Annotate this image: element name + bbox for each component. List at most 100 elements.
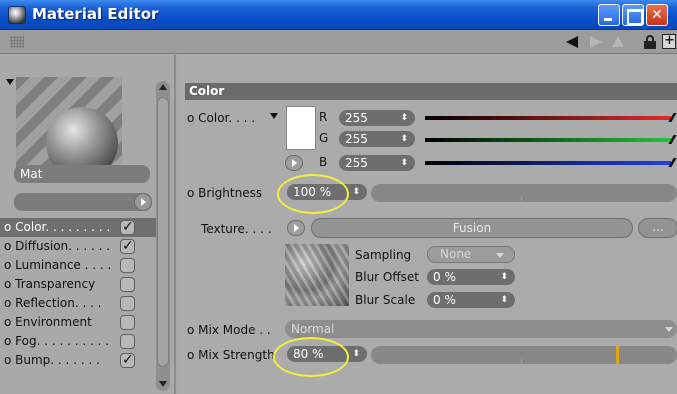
channel-checkbox[interactable] [120, 258, 135, 273]
channel-item[interactable]: o Transparency [0, 275, 156, 294]
r-value: 255 [345, 111, 368, 125]
mix-strength-knob[interactable] [616, 346, 619, 364]
channel-label: o Fog. . . . . . . . . . [4, 334, 110, 348]
close-button[interactable]: ✕ [646, 4, 668, 26]
blur-offset-value: 0 % [433, 270, 456, 284]
back-arrow-icon[interactable] [566, 36, 578, 48]
scroll-thumb[interactable] [157, 97, 169, 367]
b-field[interactable]: 255 ⬍ [339, 155, 415, 171]
minimize-button[interactable] [598, 4, 620, 26]
spinner-icon[interactable]: ⬍ [400, 110, 408, 126]
channel-checkbox[interactable] [120, 334, 135, 349]
channel-item[interactable]: o Luminance . . . . [0, 256, 156, 275]
color-picker-button[interactable] [285, 155, 303, 171]
channel-list: o Color. . . . . . . . . o Diffusion. . .… [0, 218, 156, 370]
color-menu-arrow-icon[interactable] [270, 113, 278, 119]
mix-mode-label: o Mix Mode . . [187, 323, 271, 337]
blue-gradient-bar[interactable] [425, 161, 671, 165]
b-label: B [319, 155, 328, 169]
forward-arrow-icon[interactable] [590, 36, 602, 48]
channel-item[interactable]: o Reflection. . . . [0, 294, 156, 313]
channel-item[interactable]: o Color. . . . . . . . . [0, 218, 156, 237]
red-bar-marker[interactable] [668, 113, 677, 122]
g-value: 255 [345, 132, 368, 146]
lock-icon[interactable] [644, 35, 656, 49]
channel-checkbox[interactable] [120, 218, 135, 237]
scroll-up-icon[interactable] [159, 84, 167, 90]
r-field[interactable]: 255 ⬍ [339, 110, 415, 126]
channel-settings: Color o Color. . . . R 255 ⬍ G 255 ⬍ B 255… [179, 55, 677, 394]
chevron-down-icon [496, 253, 504, 258]
new-window-icon[interactable] [662, 33, 676, 49]
sampling-label: Sampling [355, 248, 412, 262]
mix-strength-highlight [273, 337, 349, 377]
g-field[interactable]: 255 ⬍ [339, 131, 415, 147]
channel-item[interactable]: o Fog. . . . . . . . . . [0, 332, 156, 351]
red-gradient-bar[interactable] [425, 116, 671, 120]
channel-label: o Luminance . . . . [4, 258, 112, 272]
app-sphere-icon [8, 6, 26, 24]
blur-offset-label: Blur Offset [355, 270, 419, 284]
section-title: Color [185, 83, 677, 100]
channel-label: o Transparency [4, 277, 96, 291]
chevron-down-icon [665, 327, 673, 332]
material-sidebar: Mat o Color. . . . . . . . . o Diffusion.… [0, 55, 176, 394]
channel-label: o Color. . . . . . . . . [4, 220, 111, 234]
texture-more-button[interactable]: ... [638, 218, 677, 238]
blur-offset-field[interactable]: 0 % ⬍ [427, 269, 515, 285]
blur-scale-label: Blur Scale [355, 293, 416, 307]
texture-label: Texture. . . . [201, 222, 272, 236]
title-bar: Material Editor ✕ [0, 0, 677, 30]
r-label: R [319, 110, 328, 124]
green-bar-marker[interactable] [668, 135, 677, 144]
channel-item[interactable]: o Bump. . . . . . . [0, 351, 156, 370]
mix-mode-select[interactable]: Normal [285, 320, 677, 338]
material-name[interactable]: Mat [14, 165, 150, 183]
scroll-down-icon[interactable] [159, 381, 167, 387]
toolbar [0, 30, 677, 54]
minimize-icon [599, 5, 619, 25]
brightness-highlight [277, 174, 349, 214]
spinner-icon[interactable]: ⬍ [400, 155, 408, 171]
blue-bar-marker[interactable] [668, 158, 677, 167]
window-title: Material Editor [32, 5, 159, 23]
dropdown-arrow-icon[interactable] [134, 193, 152, 211]
mix-strength-label: o Mix Strength [187, 348, 275, 362]
channel-label: o Reflection. . . . [4, 296, 102, 310]
color-label: o Color. . . . [187, 111, 256, 125]
color-swatch[interactable] [286, 106, 316, 150]
spinner-icon[interactable]: ⬍ [500, 292, 508, 308]
sampling-select[interactable]: None [427, 246, 515, 263]
spinner-icon[interactable]: ⬍ [352, 184, 360, 200]
up-arrow-icon[interactable] [612, 36, 624, 47]
channel-scrollbar[interactable] [156, 81, 170, 391]
blur-scale-field[interactable]: 0 % ⬍ [427, 292, 515, 308]
channel-checkbox[interactable] [120, 315, 135, 330]
channel-item[interactable]: o Diffusion. . . . . . [0, 237, 156, 256]
mix-strength-slider[interactable] [371, 346, 677, 364]
material-dropdown[interactable] [14, 193, 152, 211]
green-gradient-bar[interactable] [425, 138, 671, 142]
close-icon: ✕ [651, 7, 663, 23]
texture-arrow-button[interactable] [287, 220, 305, 236]
spinner-icon[interactable]: ⬍ [400, 131, 408, 147]
channel-checkbox[interactable] [120, 237, 135, 256]
channel-checkbox[interactable] [120, 351, 135, 370]
grip-icon[interactable] [10, 36, 24, 48]
channel-item[interactable]: o Environment [0, 313, 156, 332]
preview-menu-arrow-icon[interactable] [6, 79, 14, 85]
texture-preview[interactable] [285, 244, 349, 306]
brightness-slider[interactable] [371, 184, 677, 202]
b-value: 255 [345, 156, 368, 170]
maximize-icon [623, 5, 643, 25]
channel-label: o Environment [4, 315, 92, 329]
channel-checkbox[interactable] [120, 296, 135, 311]
brightness-label: o Brightness [187, 186, 263, 200]
sampling-value: None [440, 247, 472, 261]
spinner-icon[interactable]: ⬍ [500, 269, 508, 285]
spinner-icon[interactable]: ⬍ [352, 346, 360, 362]
texture-shader-button[interactable]: Fusion [311, 218, 633, 238]
channel-checkbox[interactable] [120, 277, 135, 292]
maximize-button[interactable] [622, 4, 644, 26]
g-label: G [319, 131, 329, 145]
